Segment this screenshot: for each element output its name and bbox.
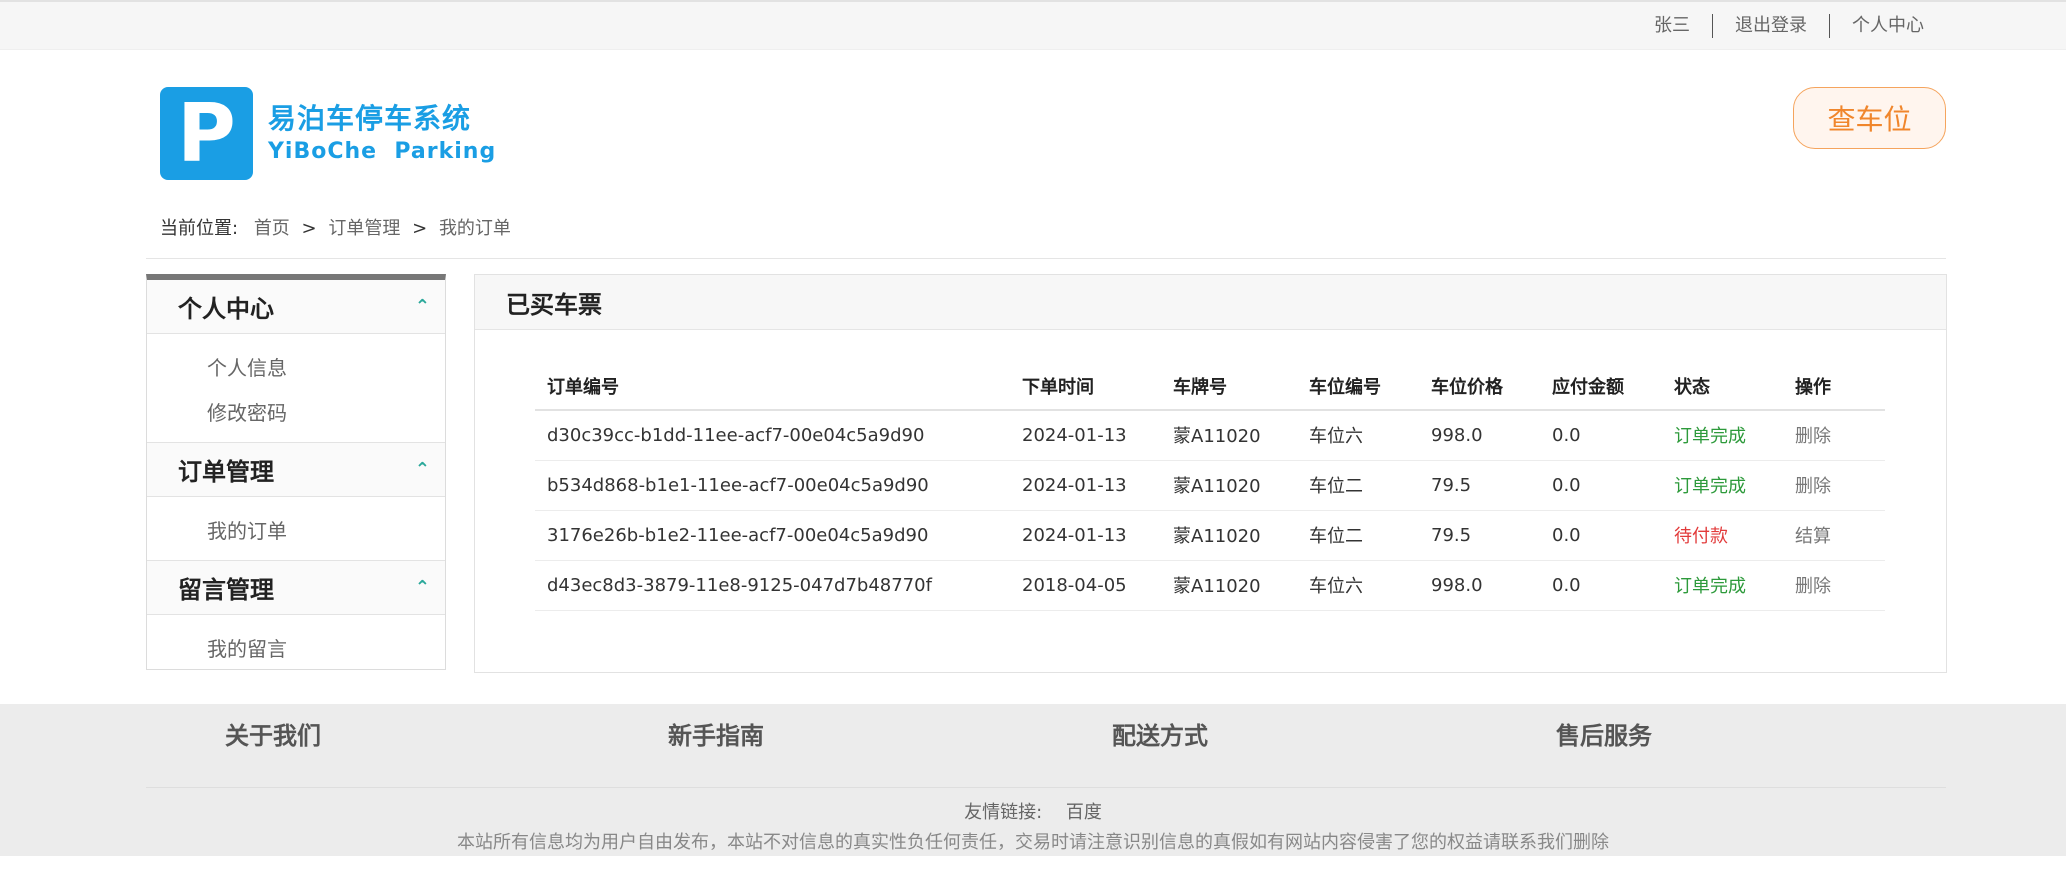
order-date-cell: 2024-01-13 [1010, 410, 1161, 461]
orders-panel: 已买车票 订单编号 下单时间 车牌号 车位编号 车位价格 应付金额 状态 操作 … [474, 274, 1947, 673]
column-header: 状态 [1662, 362, 1783, 411]
logo-name-en: YiBoChe Parking [268, 138, 497, 164]
sidebar-group-title: 个人中心 [178, 295, 274, 323]
breadcrumb-separator: > [412, 218, 428, 239]
sidebar: 个人中心 ⌃ 个人信息 修改密码 订单管理 ⌃ 我的订单 留言管理 ⌃ 我的留言 [146, 274, 446, 670]
footer-columns: 关于我们 新手指南 配送方式 售后服务 [0, 704, 2066, 786]
breadcrumb-section[interactable]: 订单管理 [328, 218, 400, 239]
price-cell: 79.5 [1419, 460, 1540, 511]
action-link[interactable]: 删除 [1783, 560, 1885, 611]
breadcrumb-current: 我的订单 [438, 218, 511, 239]
logo-name-cn: 易泊车停车系统 [268, 101, 472, 135]
footer-about-us[interactable]: 关于我们 [225, 716, 321, 751]
plate-cell: 蒙A11020 [1161, 460, 1297, 511]
action-link[interactable]: 删除 [1783, 410, 1885, 461]
divider [146, 787, 1946, 788]
chevron-up-icon[interactable]: ⌃ [415, 577, 430, 598]
action-link[interactable]: 结算 [1783, 510, 1885, 561]
column-header: 下单时间 [1010, 362, 1161, 411]
column-header: 订单编号 [535, 362, 1010, 411]
plate-cell: 蒙A11020 [1161, 560, 1297, 611]
price-cell: 998.0 [1419, 560, 1540, 611]
site-logo[interactable]: P 易泊车停车系统 YiBoChe Parking [160, 87, 496, 180]
panel-title: 已买车票 [475, 275, 1946, 330]
spot-cell: 车位六 [1297, 410, 1419, 461]
column-header: 车牌号 [1161, 362, 1297, 411]
sidebar-group-order-management[interactable]: 订单管理 ⌃ [147, 443, 445, 497]
table-row: d30c39cc-b1dd-11ee-acf7-00e04c5a9d90 2024… [535, 410, 1885, 461]
table-row: 3176e26b-b1e2-11ee-acf7-00e04c5a9d90 2024… [535, 510, 1885, 561]
order-date-cell: 2024-01-13 [1010, 460, 1161, 511]
spot-cell: 车位二 [1297, 460, 1419, 511]
order-id-cell: d43ec8d3-3879-11e8-9125-047d7b48770f [535, 560, 1010, 611]
price-cell: 998.0 [1419, 410, 1540, 461]
price-cell: 79.5 [1419, 510, 1540, 561]
sidebar-group-personal-center[interactable]: 个人中心 ⌃ [147, 280, 445, 334]
column-header: 车位编号 [1297, 362, 1419, 411]
sidebar-item-my-orders[interactable]: 我的订单 [147, 509, 445, 554]
plate-cell: 蒙A11020 [1161, 510, 1297, 561]
sidebar-group-items: 个人信息 修改密码 [147, 334, 445, 443]
breadcrumb-label: 当前位置: [160, 218, 239, 239]
table-row: b534d868-b1e1-11ee-acf7-00e04c5a9d90 2024… [535, 460, 1885, 511]
logout-link[interactable]: 退出登录 [1713, 14, 1829, 38]
sidebar-item-my-messages[interactable]: 我的留言 [147, 627, 445, 672]
status-cell: 订单完成 [1662, 410, 1783, 461]
sidebar-group-title: 留言管理 [178, 576, 274, 604]
top-links: 张三 退出登录 个人中心 [1632, 14, 1924, 38]
divider [146, 258, 1946, 259]
action-link[interactable]: 删除 [1783, 460, 1885, 511]
footer-after-sales[interactable]: 售后服务 [1556, 716, 1652, 751]
footer-delivery[interactable]: 配送方式 [1112, 716, 1208, 751]
order-date-cell: 2024-01-13 [1010, 510, 1161, 561]
footer: 关于我们 新手指南 配送方式 售后服务 友情链接: 百度 本站所有信息均为用户自… [0, 704, 2066, 856]
table-header-row: 订单编号 下单时间 车牌号 车位编号 车位价格 应付金额 状态 操作 [535, 362, 1885, 411]
top-bar: 张三 退出登录 个人中心 [0, 0, 2066, 50]
amount-due-cell: 0.0 [1540, 460, 1662, 511]
friend-links: 友情链接: 百度 [0, 798, 2066, 824]
order-date-cell: 2018-04-05 [1010, 560, 1161, 611]
order-id-cell: d30c39cc-b1dd-11ee-acf7-00e04c5a9d90 [535, 410, 1010, 461]
logo-text: 易泊车停车系统 YiBoChe Parking [268, 101, 496, 167]
find-parking-button[interactable]: 查车位 [1793, 87, 1946, 149]
footer-beginner-guide[interactable]: 新手指南 [668, 716, 764, 751]
status-cell: 订单完成 [1662, 560, 1783, 611]
sidebar-group-items: 我的留言 [147, 615, 445, 678]
username-link[interactable]: 张三 [1632, 14, 1712, 38]
amount-due-cell: 0.0 [1540, 560, 1662, 611]
sidebar-item-change-password[interactable]: 修改密码 [147, 391, 445, 436]
column-header: 操作 [1783, 362, 1885, 411]
order-id-cell: 3176e26b-b1e2-11ee-acf7-00e04c5a9d90 [535, 510, 1010, 561]
chevron-up-icon[interactable]: ⌃ [415, 296, 430, 317]
breadcrumb-home[interactable]: 首页 [254, 218, 290, 239]
amount-due-cell: 0.0 [1540, 510, 1662, 561]
breadcrumb-separator: > [301, 218, 317, 239]
sidebar-item-personal-info[interactable]: 个人信息 [147, 346, 445, 391]
personal-center-link[interactable]: 个人中心 [1830, 14, 1924, 38]
friend-link-baidu[interactable]: 百度 [1066, 802, 1102, 823]
column-header: 应付金额 [1540, 362, 1662, 411]
plate-cell: 蒙A11020 [1161, 410, 1297, 461]
chevron-up-icon[interactable]: ⌃ [415, 459, 430, 480]
spot-cell: 车位二 [1297, 510, 1419, 561]
table-row: d43ec8d3-3879-11e8-9125-047d7b48770f 2018… [535, 560, 1885, 611]
status-cell: 订单完成 [1662, 460, 1783, 511]
parking-logo-icon: P [160, 87, 253, 180]
spot-cell: 车位六 [1297, 560, 1419, 611]
breadcrumb: 当前位置: 首页 > 订单管理 > 我的订单 [160, 217, 511, 241]
order-id-cell: b534d868-b1e1-11ee-acf7-00e04c5a9d90 [535, 460, 1010, 511]
friend-links-label: 友情链接: [964, 802, 1043, 823]
sidebar-group-message-management[interactable]: 留言管理 ⌃ [147, 561, 445, 615]
column-header: 车位价格 [1419, 362, 1540, 411]
status-cell: 待付款 [1662, 510, 1783, 561]
sidebar-group-items: 我的订单 [147, 497, 445, 561]
sidebar-group-title: 订单管理 [178, 458, 274, 486]
footer-disclaimer: 本站所有信息均为用户自由发布，本站不对信息的真实性负任何责任，交易时请注意识别信… [457, 832, 1609, 853]
orders-table: 订单编号 下单时间 车牌号 车位编号 车位价格 应付金额 状态 操作 d30c3… [535, 362, 1885, 611]
amount-due-cell: 0.0 [1540, 410, 1662, 461]
